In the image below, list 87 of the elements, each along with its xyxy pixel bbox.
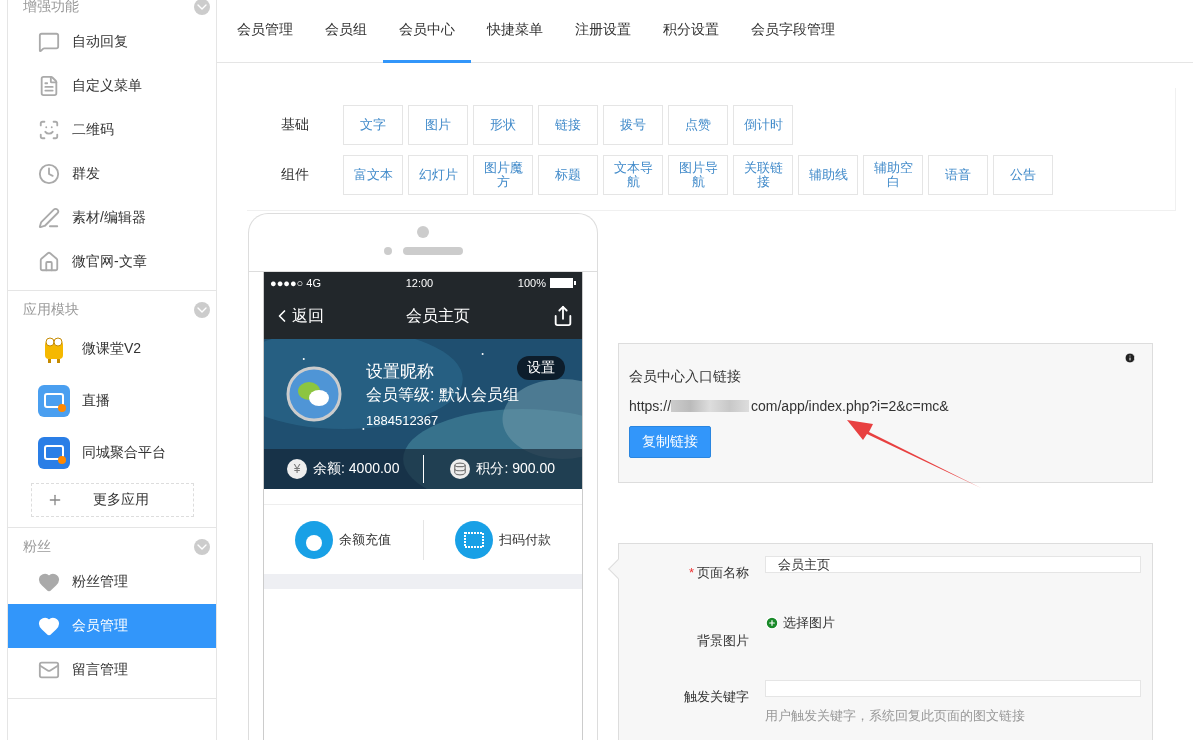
panel-title: 会员中心入口链接 xyxy=(629,368,742,386)
section-title: 增强功能 xyxy=(23,0,79,16)
text-field[interactable]: 会员主页 xyxy=(765,556,1141,573)
collapse-icon[interactable] xyxy=(194,302,210,318)
widget-button[interactable]: 点赞 xyxy=(668,105,728,145)
widget-button[interactable]: 幻灯片 xyxy=(408,155,468,195)
sidebar-item[interactable]: 微课堂V2 xyxy=(8,323,216,375)
face-icon xyxy=(38,119,60,141)
widget-button[interactable]: 图片导航 xyxy=(668,155,728,195)
action-label[interactable]: 扫码付款 xyxy=(498,530,551,549)
sidebar-item[interactable]: 素材/编辑器 xyxy=(8,196,216,240)
row-label: 组件 xyxy=(280,166,310,184)
widget-button[interactable]: 拨号 xyxy=(603,105,663,145)
tab[interactable]: 积分设置 xyxy=(647,0,735,63)
tab[interactable]: 会员字段管理 xyxy=(735,0,851,63)
document-icon xyxy=(38,75,60,97)
tab[interactable]: 会员中心 xyxy=(383,0,471,63)
stat-text: 积分: 900.00 xyxy=(476,460,556,478)
widget-button[interactable]: 辅助空白 xyxy=(863,155,923,195)
section-title: 粉丝 xyxy=(23,538,51,556)
chat-icon xyxy=(38,31,60,53)
plus-icon xyxy=(765,616,779,630)
widget-button[interactable]: 标题 xyxy=(538,155,598,195)
widget-button[interactable]: 倒计时 xyxy=(733,105,793,145)
member-level: 会员等级: 默认会员组 xyxy=(366,384,519,405)
info-icon[interactable] xyxy=(1124,352,1136,364)
back-link[interactable]: 返回 xyxy=(292,305,324,327)
widget-button[interactable]: 文本导航 xyxy=(603,155,663,195)
sidebar-item[interactable]: 粉丝管理 xyxy=(8,560,216,604)
sidebar-item[interactable]: 二维码 xyxy=(8,108,216,152)
field-label: * 页面名称 xyxy=(687,564,749,582)
plus-icon xyxy=(47,492,63,508)
row-label: 基础 xyxy=(280,116,310,134)
section-title: 应用模块 xyxy=(23,301,79,319)
share-icon[interactable] xyxy=(552,305,574,327)
settings-button[interactable]: 设置 xyxy=(517,356,565,380)
sidebar-item[interactable]: 同城聚合平台 xyxy=(8,427,216,479)
tab[interactable]: 注册设置 xyxy=(559,0,647,63)
widget-button[interactable]: 文字 xyxy=(343,105,403,145)
clock-icon xyxy=(38,163,60,185)
phone-number: 1884512367 xyxy=(366,412,440,428)
collapse-icon[interactable] xyxy=(194,539,210,555)
collapse-icon[interactable] xyxy=(194,0,210,15)
stat-text: 余额: 4000.00 xyxy=(313,460,400,478)
avatar-icon xyxy=(286,366,342,422)
sidebar-item[interactable]: 自定义菜单 xyxy=(8,64,216,108)
tab[interactable]: 会员组 xyxy=(309,0,383,63)
nickname: 设置昵称 xyxy=(366,360,435,383)
help-text: 用户触发关键字，系统回复此页面的图文链接 xyxy=(765,707,1026,725)
page-title: 会员主页 xyxy=(406,305,470,326)
sidebar-item[interactable]: 群发 xyxy=(8,152,216,196)
url-text: com/app/index.php?i=2&c=mc& xyxy=(751,398,949,414)
signal-text: ●●●●○ 4G xyxy=(270,276,321,289)
widget-button[interactable]: 形状 xyxy=(473,105,533,145)
sidebar-item[interactable]: 自动回复 xyxy=(8,20,216,64)
sidebar-item[interactable]: 留言管理 xyxy=(8,648,216,692)
tv-icon xyxy=(38,385,70,417)
widget-button[interactable]: 图片 xyxy=(408,105,468,145)
speaker-icon xyxy=(383,246,463,256)
camera-icon xyxy=(417,226,429,238)
widget-button[interactable]: 公告 xyxy=(993,155,1053,195)
heart-icon xyxy=(38,615,60,637)
sidebar-item[interactable]: 直播 xyxy=(8,375,216,427)
mail-icon xyxy=(38,659,60,681)
widget-button[interactable]: 关联链接 xyxy=(733,155,793,195)
more-apps-button[interactable]: 更多应用 xyxy=(31,483,194,517)
field-label: 背景图片 xyxy=(696,632,749,650)
tab[interactable]: 快捷菜单 xyxy=(471,0,559,63)
url-text: https:// xyxy=(629,398,672,414)
battery-icon xyxy=(550,277,576,288)
field-label: 触发关键字 xyxy=(683,688,749,706)
house-icon xyxy=(38,251,60,273)
tab[interactable]: 会员管理 xyxy=(221,0,309,63)
choose-image-link[interactable]: 选择图片 xyxy=(765,604,835,632)
widget-button[interactable]: 语音 xyxy=(928,155,988,195)
sidebar-item[interactable]: 微官网-文章 xyxy=(8,240,216,284)
pencil-icon xyxy=(38,207,60,229)
heart-icon xyxy=(38,571,60,593)
app-tile-icon xyxy=(38,437,70,469)
clock-text: 12:00 xyxy=(405,276,434,289)
widget-button[interactable]: 链接 xyxy=(538,105,598,145)
widget-button[interactable]: 辅助线 xyxy=(798,155,858,195)
action-label[interactable]: 余额充值 xyxy=(339,530,392,549)
text-field[interactable] xyxy=(765,680,1141,697)
widget-button[interactable]: 富文本 xyxy=(343,155,403,195)
battery-text: 100% xyxy=(517,276,546,289)
widget-button[interactable]: 图片魔方 xyxy=(473,155,533,195)
